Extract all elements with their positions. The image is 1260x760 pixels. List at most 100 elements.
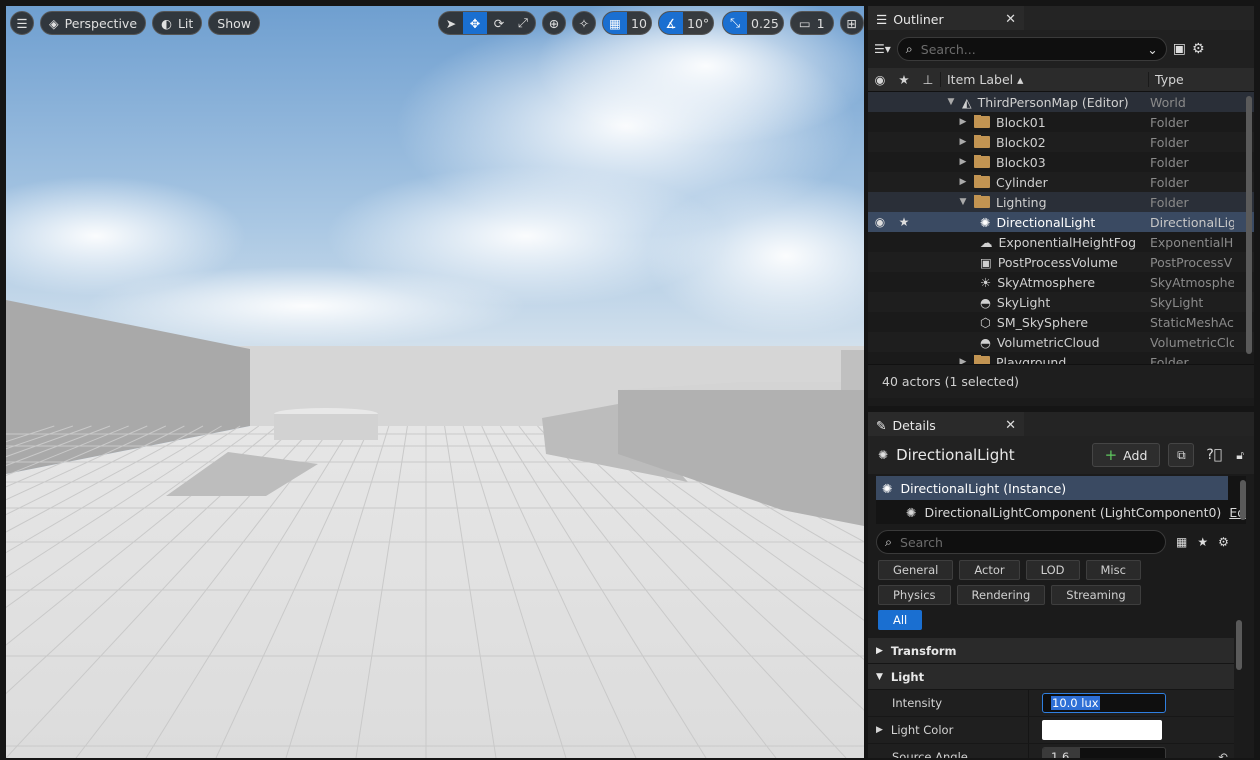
list-item[interactable]: ▼ Lighting Folder — [868, 192, 1254, 212]
viewport-scene[interactable] — [6, 6, 864, 758]
item-label: SM_SkySphere — [996, 314, 1089, 330]
view-mode-button[interactable]: ◈ Perspective — [40, 11, 147, 35]
scale-snap-value[interactable]: 0.25 — [747, 12, 783, 34]
expand-arrow-icon[interactable]: ▶ — [958, 357, 968, 364]
details-scrollbar[interactable] — [1236, 620, 1242, 670]
item-type: Folder — [1150, 134, 1189, 150]
component-instance-row[interactable]: ✺ DirectionalLight (Instance) — [876, 476, 1228, 500]
pin-column-icon[interactable]: ⊥ — [916, 72, 940, 87]
filter-lod[interactable]: LOD — [1025, 560, 1080, 580]
add-component-button[interactable]: + Add — [1091, 443, 1161, 467]
intensity-input[interactable]: 10.0 lux — [1042, 693, 1166, 713]
cube-icon: ◈ — [49, 15, 59, 31]
expand-arrow-icon[interactable]: ▶ — [876, 725, 883, 735]
filter-streaming[interactable]: Streaming — [1051, 585, 1141, 605]
camera-speed-value: 1 — [816, 15, 825, 31]
list-item[interactable]: ▣ PostProcessVolume PostProcessV — [868, 252, 1254, 272]
close-icon[interactable]: ✕ — [1005, 418, 1016, 433]
light-color-swatch[interactable] — [1042, 720, 1162, 740]
rotation-snap-value[interactable]: 10° — [683, 12, 713, 34]
outliner-tab[interactable]: ☰ Outliner ✕ — [868, 6, 1024, 30]
list-item[interactable]: ◓ VolumetricCloud VolumetricClo — [868, 332, 1254, 352]
rotation-snap-control: ∡ 10° — [658, 11, 715, 35]
component-tree: ✺ DirectionalLight (Instance) ✺ Directio… — [876, 476, 1246, 524]
sphere-icon: ◐ — [161, 15, 172, 31]
lock-icon[interactable]: 🔓︎ — [1236, 448, 1244, 463]
filter-all[interactable]: All — [878, 610, 923, 630]
source-angle-input[interactable]: 1.6 — [1042, 747, 1166, 758]
list-item[interactable]: ◉ ★ ✺ DirectionalLight DirectionalLig — [868, 212, 1254, 232]
list-item[interactable]: ▶ Block03 Folder — [868, 152, 1254, 172]
item-label-column[interactable]: Item Label ▴ — [940, 72, 1148, 87]
surface-snap-icon[interactable]: ✧ — [572, 11, 596, 35]
scale-tool-icon[interactable]: ⤢ — [511, 12, 535, 34]
list-item[interactable]: ▶ Playground Folder — [868, 352, 1254, 364]
lighting-mode-label: Lit — [177, 15, 194, 31]
filter-physics[interactable]: Physics — [878, 585, 951, 605]
move-tool-icon[interactable]: ✥ — [463, 12, 487, 34]
level-viewport[interactable]: ☰ ◈ Perspective ◐ Lit Show ➤ ✥ ⟳ ⤢ ⊕ ✧ ▦… — [6, 6, 864, 758]
component-scrollbar[interactable] — [1240, 480, 1246, 520]
search-icon: ⌕ — [885, 534, 893, 549]
expand-arrow-icon[interactable]: ▶ — [958, 157, 968, 167]
favorite-column-icon[interactable]: ★ — [892, 72, 916, 87]
section-transform[interactable]: ▶ Transform — [868, 638, 1234, 664]
angle-snap-icon[interactable]: ∡ — [659, 12, 683, 34]
item-type: ExponentialHe — [1150, 234, 1234, 250]
visibility-column-icon[interactable]: ◉ — [868, 72, 892, 87]
outliner-scrollbar[interactable] — [1246, 96, 1252, 354]
expand-arrow-icon[interactable]: ▶ — [958, 137, 968, 147]
grid-snap-icon[interactable]: ▦ — [603, 12, 627, 34]
settings-icon[interactable]: ⚙ — [1192, 41, 1205, 57]
select-tool-icon[interactable]: ➤ — [439, 12, 463, 34]
expand-arrow-icon[interactable]: ▼ — [946, 97, 956, 107]
camera-speed-button[interactable]: ▭ 1 — [789, 11, 834, 35]
rotate-tool-icon[interactable]: ⟳ — [487, 12, 511, 34]
details-tab[interactable]: ✎ Details ✕ — [868, 412, 1024, 436]
list-item[interactable]: ▶ Block02 Folder — [868, 132, 1254, 152]
light-color-row-label: ▶ Light Color — [868, 723, 1028, 737]
close-icon[interactable]: ✕ — [1005, 12, 1016, 27]
filter-rendering[interactable]: Rendering — [956, 585, 1046, 605]
list-item[interactable]: ⬡ SM_SkySphere StaticMeshAc — [868, 312, 1254, 332]
list-item[interactable]: ▼ ◭ ThirdPersonMap (Editor) World — [868, 92, 1254, 112]
section-light[interactable]: ▼ Light — [868, 664, 1234, 690]
viewport-layout-icon[interactable]: ⊞ — [839, 11, 864, 35]
grid-snap-value[interactable]: 10 — [627, 12, 651, 34]
expand-arrow-icon[interactable]: ▶ — [958, 117, 968, 127]
list-item[interactable]: ▶ Cylinder Folder — [868, 172, 1254, 192]
list-icon: ☰ — [876, 11, 888, 27]
star-icon[interactable]: ★ — [892, 215, 916, 229]
filter-icon[interactable]: ☰▾ — [874, 42, 891, 56]
expand-arrow-icon[interactable]: ▼ — [958, 197, 968, 207]
viewport-menu-button[interactable]: ☰ — [10, 11, 34, 35]
help-icon[interactable]: ?⃝ — [1206, 447, 1222, 463]
type-column[interactable]: Type — [1148, 72, 1184, 87]
eye-icon[interactable]: ◉ — [868, 215, 892, 229]
world-space-icon[interactable]: ⊕ — [542, 11, 566, 35]
list-item[interactable]: ☁ ExponentialHeightFog ExponentialHe — [868, 232, 1254, 252]
list-item[interactable]: ▶ Block01 Folder — [868, 112, 1254, 132]
show-menu-button[interactable]: Show — [208, 11, 261, 35]
table-view-icon[interactable]: ▦ — [1176, 535, 1187, 549]
volumetric-cloud-icon: ◓ — [980, 334, 991, 350]
filter-misc[interactable]: Misc — [1085, 560, 1141, 580]
details-search-input[interactable]: ⌕ Search — [876, 530, 1166, 554]
add-folder-icon[interactable]: ▣ — [1173, 41, 1186, 57]
folder-icon — [974, 114, 990, 128]
list-item[interactable]: ◓ SkyLight SkyLight — [868, 292, 1254, 312]
blueprint-icon[interactable]: ⧉ — [1168, 443, 1195, 467]
outliner-search-input[interactable]: ⌕ Search... ⌄ — [896, 37, 1167, 61]
filter-actor[interactable]: Actor — [959, 560, 1020, 580]
settings-icon[interactable]: ⚙ — [1218, 535, 1229, 549]
component-row[interactable]: ✺ DirectionalLightComponent (LightCompon… — [876, 500, 1246, 524]
lighting-mode-button[interactable]: ◐ Lit — [152, 11, 203, 35]
filter-general[interactable]: General — [878, 560, 954, 580]
directional-light-icon: ✺ — [882, 480, 893, 496]
reset-to-default-icon[interactable]: ↶ — [1218, 750, 1228, 758]
list-item[interactable]: ☀ SkyAtmosphere SkyAtmosphe — [868, 272, 1254, 292]
favorites-star-icon[interactable]: ★ — [1197, 535, 1208, 549]
item-label: Lighting — [996, 194, 1047, 210]
scale-snap-icon[interactable]: ⤡ — [723, 12, 747, 34]
expand-arrow-icon[interactable]: ▶ — [958, 177, 968, 187]
